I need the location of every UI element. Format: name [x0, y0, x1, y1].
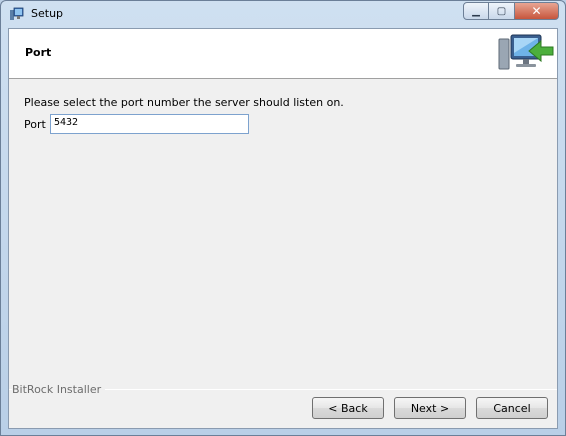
page-title: Port — [25, 46, 52, 59]
close-button[interactable]: ✕ — [515, 2, 559, 20]
minimize-button[interactable]: ▁ — [463, 2, 489, 20]
window-title: Setup — [31, 7, 64, 20]
next-button[interactable]: Next > — [394, 397, 466, 419]
cancel-button[interactable]: Cancel — [476, 397, 548, 419]
minimize-icon: ▁ — [472, 5, 480, 17]
port-input[interactable]: 5432 — [50, 114, 249, 134]
client-area: Port Please select the port number the s… — [8, 28, 558, 429]
page-header: Port — [9, 29, 557, 79]
back-button[interactable]: < Back — [312, 397, 384, 419]
maximize-button[interactable]: ▢ — [489, 2, 515, 20]
setup-app-icon — [10, 7, 24, 20]
caption-buttons: ▁ ▢ ✕ — [463, 2, 559, 20]
title-bar[interactable]: Setup ▁ ▢ ✕ — [1, 1, 565, 27]
maximize-icon: ▢ — [496, 5, 507, 17]
instruction-text: Please select the port number the server… — [24, 96, 344, 109]
computer-arrow-icon — [498, 34, 554, 70]
close-icon: ✕ — [531, 4, 542, 18]
setup-window: Setup ▁ ▢ ✕ Port Please select the port … — [0, 0, 566, 436]
installer-label: BitRock Installer — [12, 383, 106, 396]
port-label: Port — [24, 118, 46, 131]
